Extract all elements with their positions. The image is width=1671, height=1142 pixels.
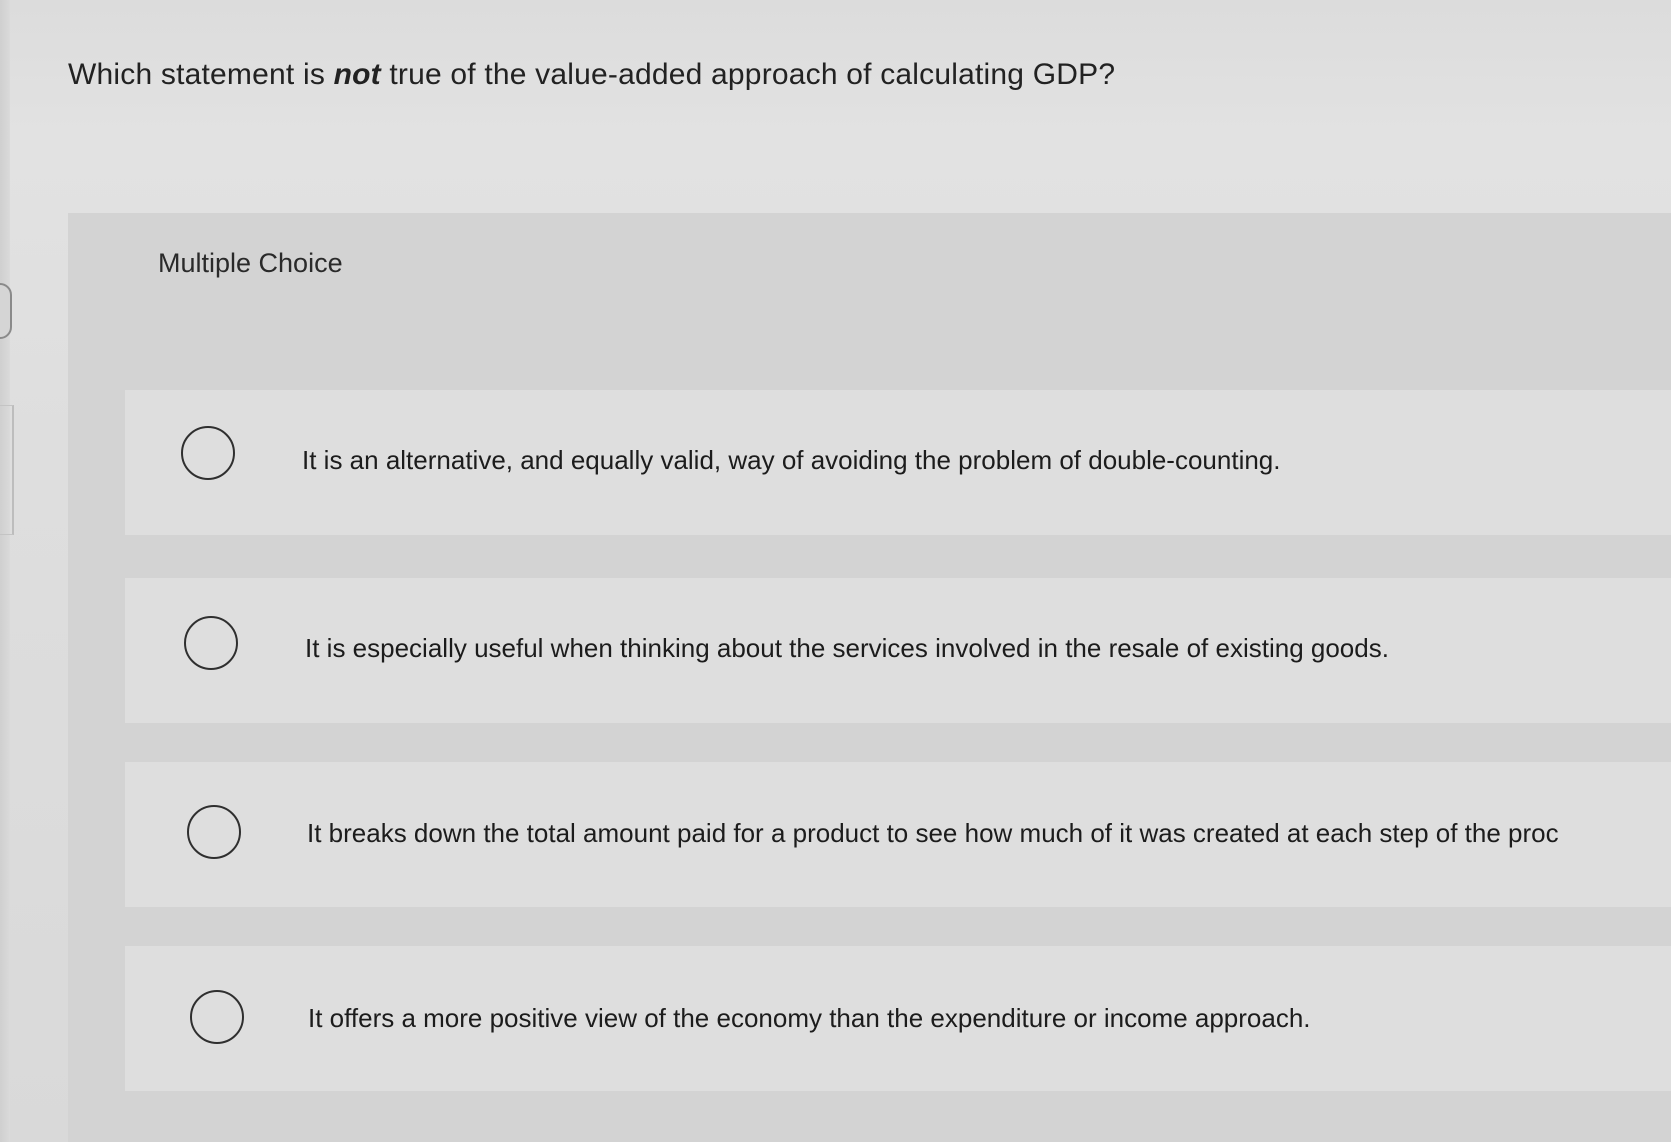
multiple-choice-label: Multiple Choice	[158, 248, 343, 278]
left-edge	[0, 0, 10, 1142]
side-tab[interactable]	[0, 405, 14, 535]
question-emphasis: not	[333, 58, 381, 91]
radio-button-4[interactable]	[190, 990, 244, 1044]
option-label-1[interactable]: It is an alternative, and equally valid,…	[302, 445, 1281, 476]
radio-button-2[interactable]	[184, 616, 238, 670]
option-label-4[interactable]: It offers a more positive view of the ec…	[308, 1003, 1311, 1034]
radio-button-3[interactable]	[187, 805, 241, 859]
side-handle[interactable]	[0, 283, 12, 339]
quiz-page: Which statement is not true of the value…	[0, 0, 1671, 1142]
question-text: Which statement is not true of the value…	[68, 58, 1115, 92]
question-text-end: true of the value-added approach of calc…	[380, 58, 1116, 91]
option-label-2[interactable]: It is especially useful when thinking ab…	[305, 633, 1389, 664]
question-text-start: Which statement is	[68, 58, 334, 91]
option-label-3[interactable]: It breaks down the total amount paid for…	[307, 818, 1559, 849]
radio-button-1[interactable]	[181, 426, 235, 480]
